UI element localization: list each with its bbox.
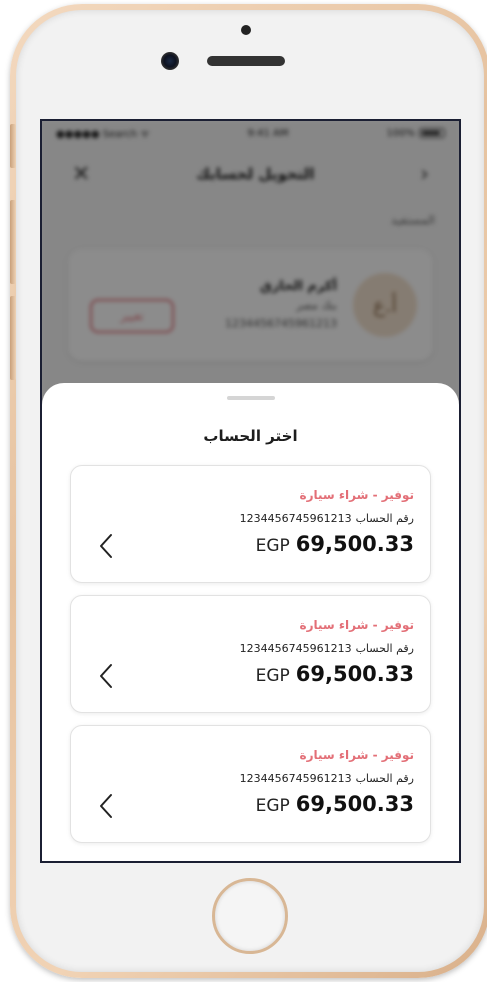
account-amount: 69,500.33 bbox=[295, 792, 414, 816]
account-balance: EGP 69,500.33 bbox=[256, 792, 414, 816]
account-name: توفير - شراء سيارة bbox=[299, 488, 414, 502]
account-number: 1234456745961213 bbox=[239, 642, 352, 655]
account-amount: 69,500.33 bbox=[295, 662, 414, 686]
sheet-drag-handle[interactable] bbox=[226, 396, 275, 400]
account-list: توفير - شراء سيارة رقم الحساب12344567459… bbox=[70, 465, 431, 855]
account-number: 1234456745961213 bbox=[239, 512, 352, 525]
phone-screen: ●●●●● Search ᯤ 9:41 AM 100% ✕ التحويل لح… bbox=[40, 119, 461, 863]
account-balance: EGP 69,500.33 bbox=[256, 532, 414, 556]
front-sensor bbox=[241, 25, 251, 35]
front-camera bbox=[161, 52, 179, 70]
account-number-label: رقم الحساب bbox=[355, 772, 414, 785]
account-option[interactable]: توفير - شراء سيارة رقم الحساب12344567459… bbox=[70, 465, 431, 583]
account-balance: EGP 69,500.33 bbox=[256, 662, 414, 686]
home-button[interactable] bbox=[212, 878, 288, 954]
account-option[interactable]: توفير - شراء سيارة رقم الحساب12344567459… bbox=[70, 725, 431, 843]
account-number: 1234456745961213 bbox=[239, 772, 352, 785]
account-number-label: رقم الحساب bbox=[355, 642, 414, 655]
chevron-left-icon bbox=[100, 534, 112, 558]
chevron-left-icon bbox=[100, 664, 112, 688]
earpiece-speaker bbox=[207, 56, 285, 66]
account-amount: 69,500.33 bbox=[295, 532, 414, 556]
account-number-row: رقم الحساب1234456745961213 bbox=[240, 642, 414, 655]
account-picker-sheet: اختر الحساب توفير - شراء سيارة رقم الحسا… bbox=[42, 383, 459, 861]
account-currency: EGP bbox=[255, 536, 290, 556]
account-currency: EGP bbox=[255, 666, 290, 686]
account-name: توفير - شراء سيارة bbox=[299, 748, 414, 762]
account-name: توفير - شراء سيارة bbox=[299, 618, 414, 632]
account-number-row: رقم الحساب1234456745961213 bbox=[240, 512, 414, 525]
sheet-title: اختر الحساب bbox=[203, 427, 298, 445]
account-currency: EGP bbox=[255, 796, 290, 816]
account-option[interactable]: توفير - شراء سيارة رقم الحساب12344567459… bbox=[70, 595, 431, 713]
chevron-left-icon bbox=[100, 794, 112, 818]
account-number-label: رقم الحساب bbox=[355, 512, 414, 525]
account-number-row: رقم الحساب1234456745961213 bbox=[240, 772, 414, 785]
